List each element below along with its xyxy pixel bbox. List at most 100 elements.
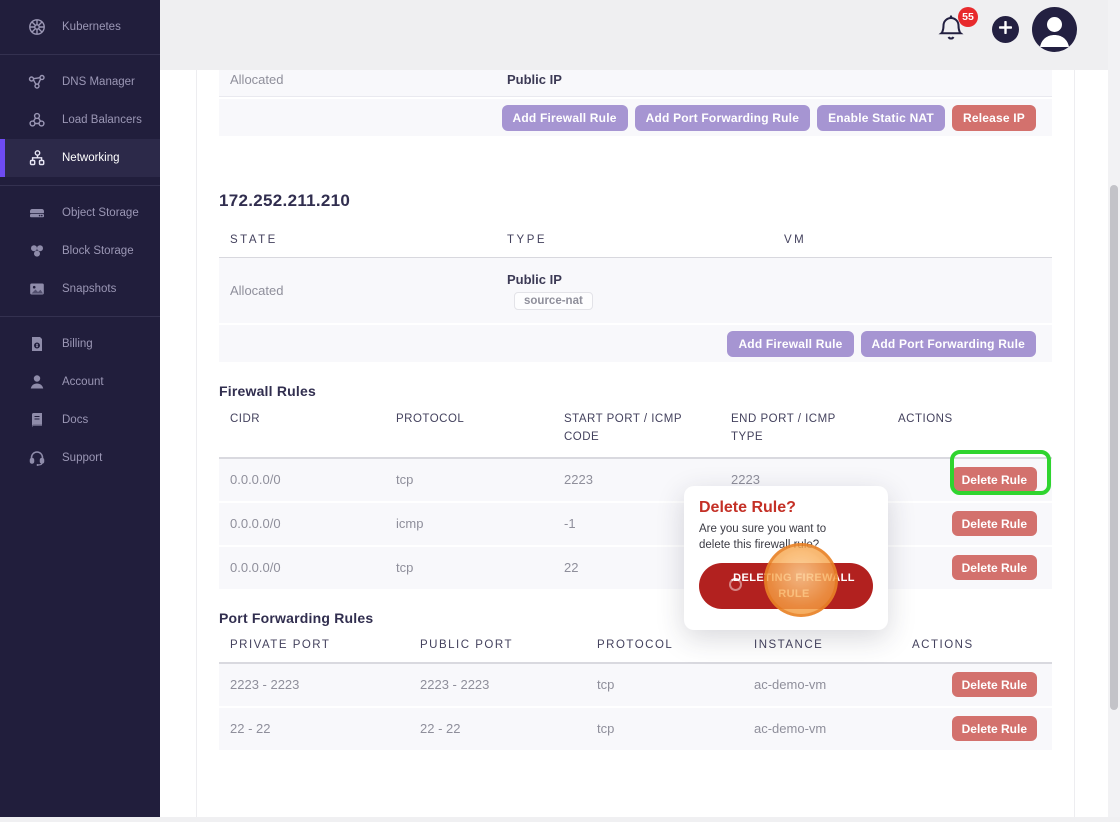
person-icon (1032, 39, 1077, 52)
sidebar-item-block-storage[interactable]: Block Storage (0, 232, 160, 270)
popup-button-label: DELETING FIREWALL RULE (733, 572, 855, 601)
sidebar-item-account[interactable]: Account (0, 363, 160, 401)
column-header-public-port: PUBLIC PORT (409, 639, 586, 651)
column-header-actions: ACTIONS (887, 411, 1052, 447)
column-header-protocol: PROTOCOL (385, 411, 553, 447)
add-port-forwarding-rule-button[interactable]: Add Port Forwarding Rule (635, 105, 810, 131)
add-port-forwarding-rule-button[interactable]: Add Port Forwarding Rule (861, 331, 1036, 357)
account-icon (27, 372, 47, 392)
notification-badge: 55 (958, 7, 978, 27)
load-balancers-icon (27, 110, 47, 130)
docs-icon (27, 410, 47, 430)
deleting-firewall-rule-button[interactable]: DELETING FIREWALL RULE (699, 563, 873, 609)
kubernetes-icon (27, 17, 47, 37)
ip-table-row: Allocated Public IP source-nat (219, 258, 1052, 323)
sidebar-item-label: Networking (62, 152, 120, 164)
release-ip-button[interactable]: Release IP (952, 105, 1036, 131)
sidebar-item-object-storage[interactable]: Object Storage (0, 194, 160, 232)
sidebar-item-docs[interactable]: Docs (0, 401, 160, 439)
scrollbar-thumb[interactable] (1110, 185, 1118, 710)
sidebar-item-support[interactable]: Support (0, 439, 160, 477)
sidebar-item-label: Support (62, 452, 102, 464)
add-resource-button[interactable] (992, 16, 1019, 43)
sidebar-item-dns-manager[interactable]: DNS Manager (0, 63, 160, 101)
instance-value: ac-demo-vm (743, 721, 901, 736)
sidebar-item-snapshots[interactable]: Snapshots (0, 270, 160, 308)
sidebar-item-label: Docs (62, 414, 88, 426)
port-forwarding-rules-title: Port Forwarding Rules (219, 610, 1052, 626)
private-port-value: 2223 - 2223 (219, 677, 409, 692)
private-port-value: 22 - 22 (219, 721, 409, 736)
protocol-value: tcp (385, 560, 553, 575)
column-header-cidr: CIDR (219, 411, 385, 447)
port-forwarding-rule-row: 22 - 22 22 - 22 tcp ac-demo-vm Delete Ru… (219, 708, 1052, 750)
sidebar-item-label: Billing (62, 338, 93, 350)
delete-rule-button[interactable]: Delete Rule (952, 555, 1037, 580)
protocol-value: tcp (385, 472, 553, 487)
loading-spinner-icon (729, 578, 742, 591)
type-cell: Public IP source-nat (496, 262, 773, 320)
firewall-rules-title: Firewall Rules (219, 383, 1052, 399)
firewall-rule-row: 0.0.0.0/0 tcp 2223 2223 Delete Rule (219, 459, 1052, 501)
sidebar-item-kubernetes[interactable]: Kubernetes (0, 8, 160, 46)
dns-manager-icon (27, 72, 47, 92)
delete-rule-button[interactable]: Delete Rule (952, 511, 1037, 536)
type-value: Public IP (507, 272, 773, 287)
bottom-edge-strip (0, 817, 1120, 822)
start-port-value: 2223 (553, 472, 720, 487)
firewall-table-header: CIDR PROTOCOL START PORT / ICMP CODE END… (219, 399, 1052, 459)
source-nat-tag: source-nat (514, 292, 593, 310)
networking-icon (27, 148, 47, 168)
delete-rule-button[interactable]: Delete Rule (952, 716, 1037, 741)
object-storage-icon (27, 203, 47, 223)
add-firewall-rule-button[interactable]: Add Firewall Rule (502, 105, 628, 131)
topbar: 55 (160, 0, 1120, 70)
firewall-rule-row: 0.0.0.0/0 tcp 22 Delete Rule (219, 547, 1052, 589)
page-scrollbar (1108, 0, 1120, 822)
column-header-start-port: START PORT / ICMP CODE (553, 411, 720, 447)
sidebar-group-misc: Billing Account (0, 316, 160, 485)
sidebar-item-label: Snapshots (62, 283, 116, 295)
column-header-private-port: PRIVATE PORT (219, 639, 409, 651)
delete-rule-popup: Delete Rule? Are you sure you want to de… (684, 486, 888, 630)
sidebar-group-kubernetes: Kubernetes (0, 0, 160, 54)
cidr-value: 0.0.0.0/0 (219, 472, 385, 487)
protocol-value: tcp (586, 677, 743, 692)
state-value: Allocated (219, 283, 496, 298)
end-port-value: 2223 (720, 472, 887, 487)
column-header-actions: ACTIONS (901, 639, 1052, 651)
support-icon (27, 448, 47, 468)
sidebar-group-storage: Object Storage Block Storage (0, 185, 160, 316)
enable-static-nat-button[interactable]: Enable Static NAT (817, 105, 945, 131)
port-forwarding-table-header: PRIVATE PORT PUBLIC PORT PROTOCOL INSTAN… (219, 626, 1052, 664)
ip-address-heading: 172.252.211.210 (219, 191, 1052, 211)
column-header-instance: INSTANCE (743, 639, 901, 651)
app-window: Kubernetes DNS Manager (0, 0, 1120, 822)
user-avatar[interactable] (1032, 7, 1077, 52)
sidebar-group-network: DNS Manager Load Balancers (0, 54, 160, 185)
column-header-end-port: END PORT / ICMP TYPE (720, 411, 887, 447)
public-port-value: 2223 - 2223 (409, 677, 586, 692)
sidebar-item-networking[interactable]: Networking (0, 139, 160, 177)
sidebar-item-label: Load Balancers (62, 114, 142, 126)
column-header-type: TYPE (496, 234, 773, 246)
delete-rule-button[interactable]: Delete Rule (952, 672, 1037, 697)
public-port-value: 22 - 22 (409, 721, 586, 736)
sidebar-item-load-balancers[interactable]: Load Balancers (0, 101, 160, 139)
delete-rule-button[interactable]: Delete Rule (952, 467, 1037, 492)
snapshots-icon (27, 279, 47, 299)
cidr-value: 0.0.0.0/0 (219, 516, 385, 531)
protocol-value: tcp (586, 721, 743, 736)
sidebar-item-label: Kubernetes (62, 21, 121, 33)
billing-icon (27, 334, 47, 354)
instance-value: ac-demo-vm (743, 677, 901, 692)
sidebar-item-label: Object Storage (62, 207, 139, 219)
firewall-rule-row: 0.0.0.0/0 icmp -1 Delete Rule (219, 503, 1052, 545)
type-value: Public IP (496, 72, 773, 87)
add-firewall-rule-button[interactable]: Add Firewall Rule (727, 331, 853, 357)
port-forwarding-rule-row: 2223 - 2223 2223 - 2223 tcp ac-demo-vm D… (219, 664, 1052, 706)
previous-ip-actions: Add Firewall Rule Add Port Forwarding Ru… (219, 99, 1052, 136)
sidebar-item-label: Account (62, 376, 104, 388)
sidebar-item-billing[interactable]: Billing (0, 325, 160, 363)
previous-ip-row-partial: Allocated Public IP (219, 70, 1052, 97)
